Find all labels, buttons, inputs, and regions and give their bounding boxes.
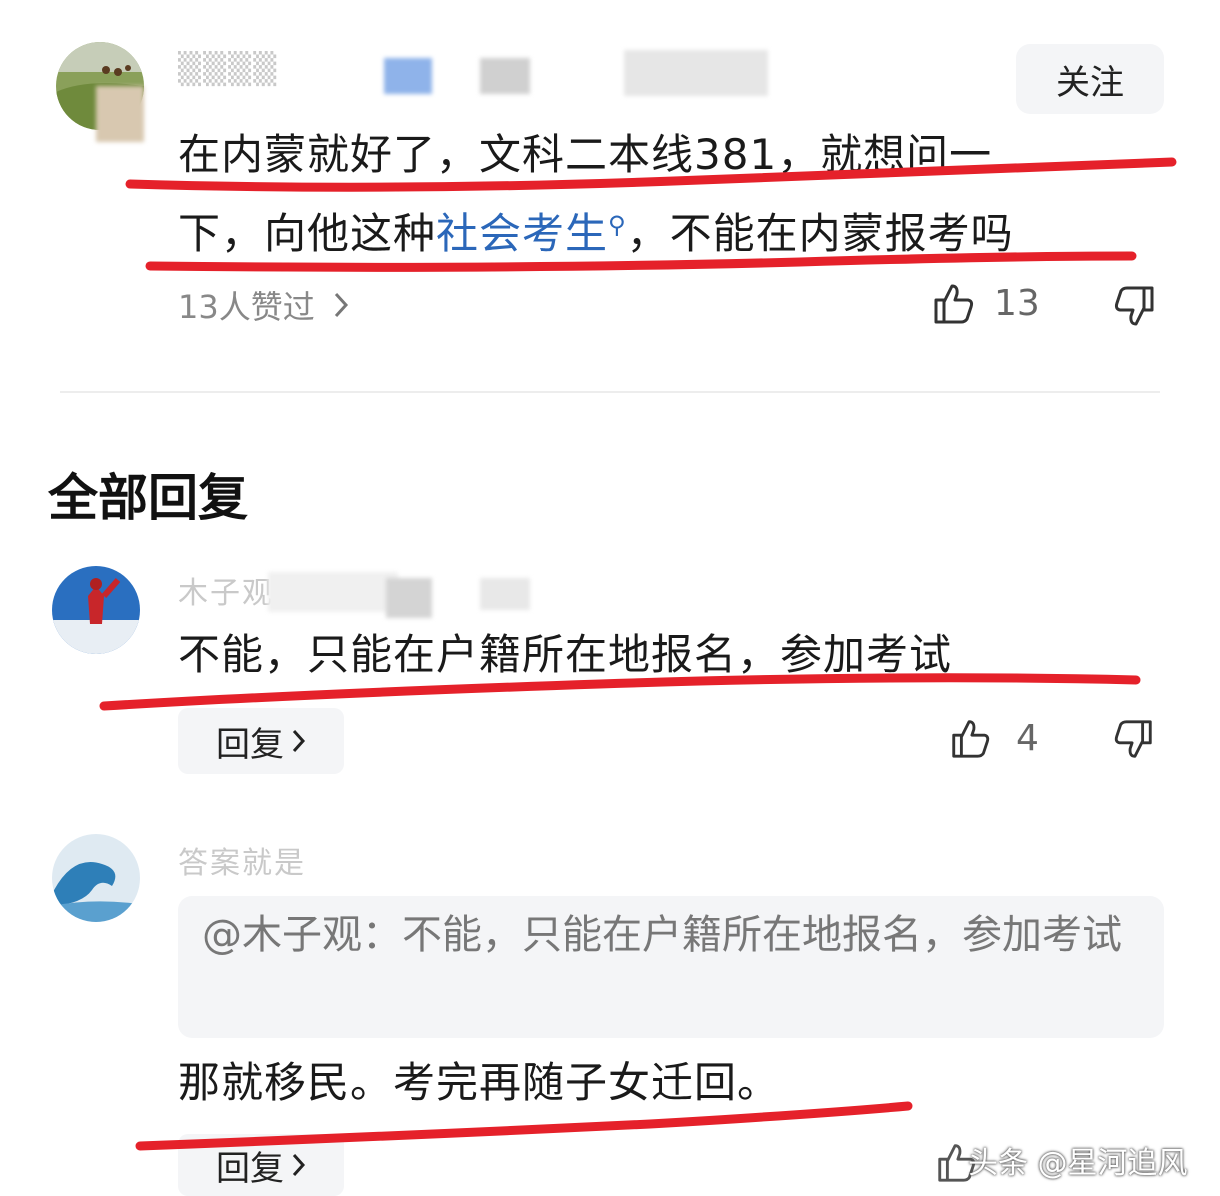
watermark: 头条 @星河追风 (968, 1146, 1188, 1181)
likes-summary[interactable]: 13人赞过 (178, 282, 349, 328)
follow-button[interactable]: 关注 (1016, 44, 1164, 114)
avatar-badge-blur (96, 86, 144, 142)
search-icon: ⚲ (608, 211, 627, 239)
reply1-avatar[interactable] (52, 566, 140, 654)
reply1-username-blurred: 木子观 (178, 576, 274, 611)
reply1-blur-2 (386, 578, 432, 618)
reply1-reply-label: 回复 (216, 724, 284, 765)
reply1-like-count: 4 (1016, 717, 1039, 759)
reply2-reply-button[interactable]: 回复 (178, 1134, 344, 1196)
reply1-text: 不能，只能在户籍所在地报名，参加考试 (178, 630, 953, 679)
top-comment-text-line2: 下，向他这种社会考生⚲，不能在内蒙报考吗 (178, 190, 1014, 269)
top-dislike-button[interactable] (1112, 284, 1158, 334)
likes-summary-text: 13人赞过 (178, 288, 315, 326)
reply1-dislike-button[interactable] (1112, 718, 1156, 766)
top-comment-text-line1: 在内蒙就好了，文科二本线381，就想问一 (178, 130, 993, 179)
username-blur-1 (384, 58, 432, 94)
thumbs-down-icon (1114, 720, 1152, 758)
reply2-text: 那就移民。考完再随子女迁回。 (178, 1058, 781, 1107)
reply2-quoted-comment: @木子观：不能，只能在户籍所在地报名，参加考试 (178, 896, 1164, 1038)
section-title-all-replies: 全部回复 (48, 469, 248, 527)
reply1-like-button[interactable]: 4 (948, 716, 1039, 760)
top-like-button[interactable]: 13 (930, 280, 1040, 326)
reply2-username-blurred: 答案就是 (178, 846, 306, 881)
search-link-social-candidate[interactable]: 社会考生⚲ (436, 209, 627, 258)
chevron-right-icon (292, 729, 306, 753)
top-comment-username-blurred: ▒▒▒▒ (178, 52, 279, 87)
chevron-right-icon (292, 1153, 306, 1177)
reply1-blur-3 (480, 578, 530, 610)
thumbs-up-icon (934, 284, 974, 324)
top-like-count: 13 (994, 282, 1040, 324)
reply2-avatar[interactable] (52, 834, 140, 922)
reply1-blur-1 (268, 572, 398, 612)
chevron-right-icon (334, 292, 348, 318)
section-divider (60, 391, 1160, 393)
text-prefix: 下，向他这种 (178, 209, 437, 258)
reply2-reply-label: 回复 (216, 1148, 284, 1189)
text-suffix: ，不能在内蒙报考吗 (626, 209, 1014, 258)
username-blur-3 (624, 50, 768, 96)
reply1-reply-button[interactable]: 回复 (178, 708, 344, 774)
thumbs-up-icon (952, 720, 990, 758)
thumbs-down-icon (1114, 286, 1154, 326)
username-blur-2 (480, 58, 530, 94)
reply2-quote-text: @木子观：不能，只能在户籍所在地报名，参加考试 (202, 912, 1122, 958)
